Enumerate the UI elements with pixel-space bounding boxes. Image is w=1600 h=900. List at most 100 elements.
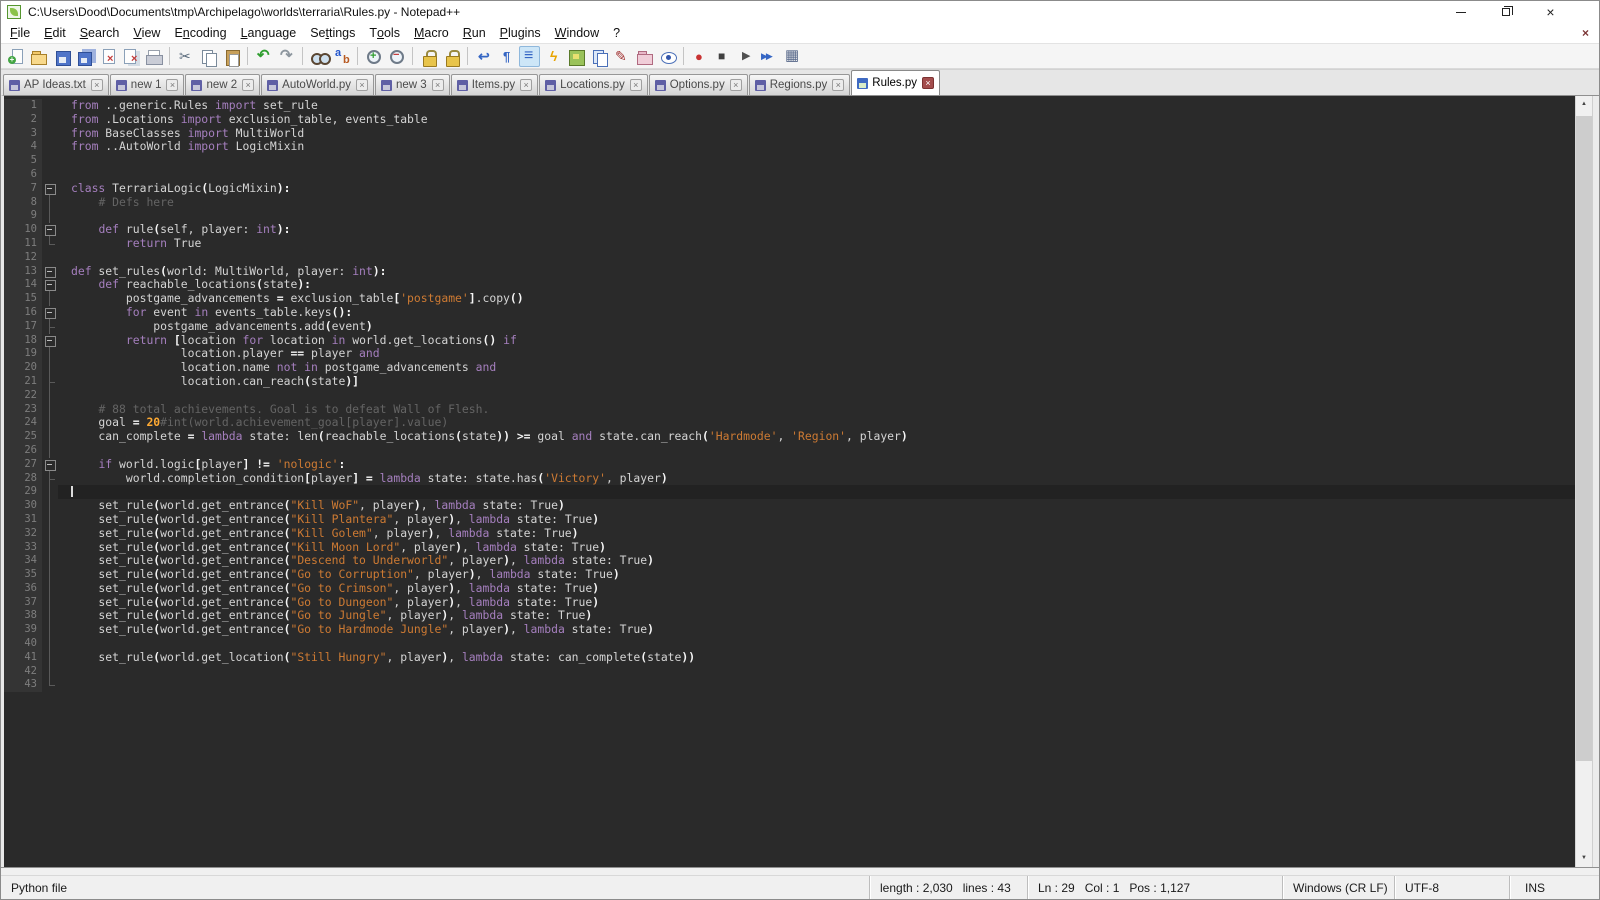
zoom-in-icon[interactable] xyxy=(363,46,384,67)
code-text[interactable]: postgame_advancements.add(event) xyxy=(58,320,1575,334)
fold-collapse-icon[interactable] xyxy=(42,334,58,348)
code-text[interactable]: goal = 20#int(world.achievement_goal[pla… xyxy=(58,416,1575,430)
find-icon[interactable] xyxy=(308,46,329,67)
close-tab-icon[interactable]: × xyxy=(832,79,844,91)
code-text[interactable]: class TerrariaLogic(LogicMixin): xyxy=(58,182,1575,196)
close-tab-icon[interactable]: × xyxy=(730,79,742,91)
menu-plugins[interactable]: Plugins xyxy=(493,23,548,43)
restore-button[interactable] xyxy=(1483,1,1528,23)
tab-rules-py[interactable]: Rules.py× xyxy=(851,70,940,95)
code-text[interactable]: set_rule(world.get_entrance("Kill Moon L… xyxy=(58,541,1575,555)
document-list-icon[interactable] xyxy=(588,46,609,67)
code-text[interactable]: world.completion_condition[player] = lam… xyxy=(58,472,1575,486)
scroll-up-icon[interactable]: ▲ xyxy=(1576,96,1592,113)
code-text[interactable]: set_rule(world.get_entrance("Go to Corru… xyxy=(58,568,1575,582)
code-text[interactable]: from .Locations import exclusion_table, … xyxy=(58,113,1575,127)
close-tab-icon[interactable]: × xyxy=(630,79,642,91)
scrollbar-track[interactable] xyxy=(1576,113,1592,850)
tab-new-3[interactable]: new 3× xyxy=(375,74,450,95)
paste-icon[interactable] xyxy=(221,46,242,67)
code-text[interactable] xyxy=(58,251,1575,265)
sync-horizontal-scrolling-icon[interactable] xyxy=(441,46,462,67)
document-map-icon[interactable] xyxy=(565,46,586,67)
macro-playback-icon[interactable] xyxy=(735,46,756,67)
code-text[interactable]: # Defs here xyxy=(58,196,1575,210)
tab-new-2[interactable]: new 2× xyxy=(185,74,260,95)
close-tab-icon[interactable]: × xyxy=(166,79,178,91)
show-all-characters-icon[interactable] xyxy=(496,46,517,67)
fold-collapse-icon[interactable] xyxy=(42,306,58,320)
copy-icon[interactable] xyxy=(198,46,219,67)
fold-collapse-icon[interactable] xyxy=(42,265,58,279)
menu-tools[interactable]: Tools xyxy=(362,23,407,43)
menu-encoding[interactable]: Encoding xyxy=(167,23,233,43)
monitoring-icon[interactable] xyxy=(657,46,678,67)
code-text[interactable]: set_rule(world.get_entrance("Kill WoF", … xyxy=(58,499,1575,513)
macro-record-icon[interactable] xyxy=(689,46,710,67)
code-text[interactable]: # 88 total achievements. Goal is to defe… xyxy=(58,403,1575,417)
code-text[interactable]: from ..generic.Rules import set_rule xyxy=(58,99,1575,113)
minimize-button[interactable] xyxy=(1438,1,1483,23)
code-text[interactable]: for event in events_table.keys(): xyxy=(58,306,1575,320)
close-icon[interactable] xyxy=(97,46,118,67)
word-wrap-icon[interactable] xyxy=(473,46,494,67)
scrollbar-thumb[interactable] xyxy=(1576,116,1592,761)
macro-save-icon[interactable] xyxy=(781,46,802,67)
menu-file[interactable]: File xyxy=(3,23,37,43)
tab-new-1[interactable]: new 1× xyxy=(110,74,185,95)
code-text[interactable]: set_rule(world.get_location("Still Hungr… xyxy=(58,651,1575,665)
code-text[interactable]: from ..AutoWorld import LogicMixin xyxy=(58,140,1575,154)
show-indent-guide-icon[interactable] xyxy=(519,46,540,67)
fold-collapse-icon[interactable] xyxy=(42,458,58,472)
code-text[interactable]: def set_rules(world: MultiWorld, player:… xyxy=(58,265,1575,279)
fold-collapse-icon[interactable] xyxy=(42,223,58,237)
close-window-button[interactable]: × xyxy=(1528,1,1573,23)
code-text[interactable] xyxy=(58,444,1575,458)
code-text[interactable]: location.can_reach(state)] xyxy=(58,375,1575,389)
redo-icon[interactable] xyxy=(276,46,297,67)
code-text[interactable]: set_rule(world.get_entrance("Go to Jungl… xyxy=(58,609,1575,623)
tab-items-py[interactable]: Items.py× xyxy=(451,74,538,95)
menu-macro[interactable]: Macro xyxy=(407,23,456,43)
window-resize-edge[interactable] xyxy=(1592,96,1599,867)
fold-collapse-icon[interactable] xyxy=(42,182,58,196)
code-text[interactable]: return True xyxy=(58,237,1575,251)
sync-vertical-scrolling-icon[interactable] xyxy=(418,46,439,67)
scroll-down-icon[interactable]: ▼ xyxy=(1576,850,1592,867)
folder-as-workspace-icon[interactable] xyxy=(634,46,655,67)
code-text[interactable]: set_rule(world.get_entrance("Kill Golem"… xyxy=(58,527,1575,541)
save-all-icon[interactable] xyxy=(74,46,95,67)
menu-window[interactable]: Window xyxy=(548,23,606,43)
zoom-out-icon[interactable] xyxy=(386,46,407,67)
fold-collapse-icon[interactable] xyxy=(42,278,58,292)
print-icon[interactable] xyxy=(143,46,164,67)
undo-icon[interactable] xyxy=(253,46,274,67)
code-text[interactable] xyxy=(58,678,1575,692)
tab-options-py[interactable]: Options.py× xyxy=(649,74,748,95)
code-area[interactable]: 1from ..generic.Rules import set_rule2fr… xyxy=(4,96,1575,867)
tab-regions-py[interactable]: Regions.py× xyxy=(749,74,851,95)
macro-run-multiple-icon[interactable] xyxy=(758,46,779,67)
code-text[interactable]: set_rule(world.get_entrance("Descend to … xyxy=(58,554,1575,568)
tab-locations-py[interactable]: Locations.py× xyxy=(539,74,648,95)
open-file-icon[interactable] xyxy=(28,46,49,67)
menu-run[interactable]: Run xyxy=(456,23,493,43)
code-text[interactable]: def rule(self, player: int): xyxy=(58,223,1575,237)
close-tab-icon[interactable]: × xyxy=(432,79,444,91)
code-text[interactable]: from BaseClasses import MultiWorld xyxy=(58,127,1575,141)
code-text[interactable] xyxy=(58,154,1575,168)
menu-help[interactable]: ? xyxy=(606,23,627,43)
code-text[interactable]: set_rule(world.get_entrance("Go to Hardm… xyxy=(58,623,1575,637)
code-text[interactable] xyxy=(58,389,1575,403)
cut-icon[interactable] xyxy=(175,46,196,67)
code-text[interactable]: def reachable_locations(state): xyxy=(58,278,1575,292)
close-all-icon[interactable] xyxy=(120,46,141,67)
macro-stop-icon[interactable] xyxy=(712,46,733,67)
save-icon[interactable] xyxy=(51,46,72,67)
menu-settings[interactable]: Settings xyxy=(303,23,362,43)
code-text[interactable]: set_rule(world.get_entrance("Go to Crims… xyxy=(58,582,1575,596)
code-text[interactable]: can_complete = lambda state: len(reachab… xyxy=(58,430,1575,444)
close-tab-icon[interactable]: × xyxy=(520,79,532,91)
code-text[interactable]: return [location for location in world.g… xyxy=(58,334,1575,348)
user-defined-language-icon[interactable] xyxy=(542,46,563,67)
